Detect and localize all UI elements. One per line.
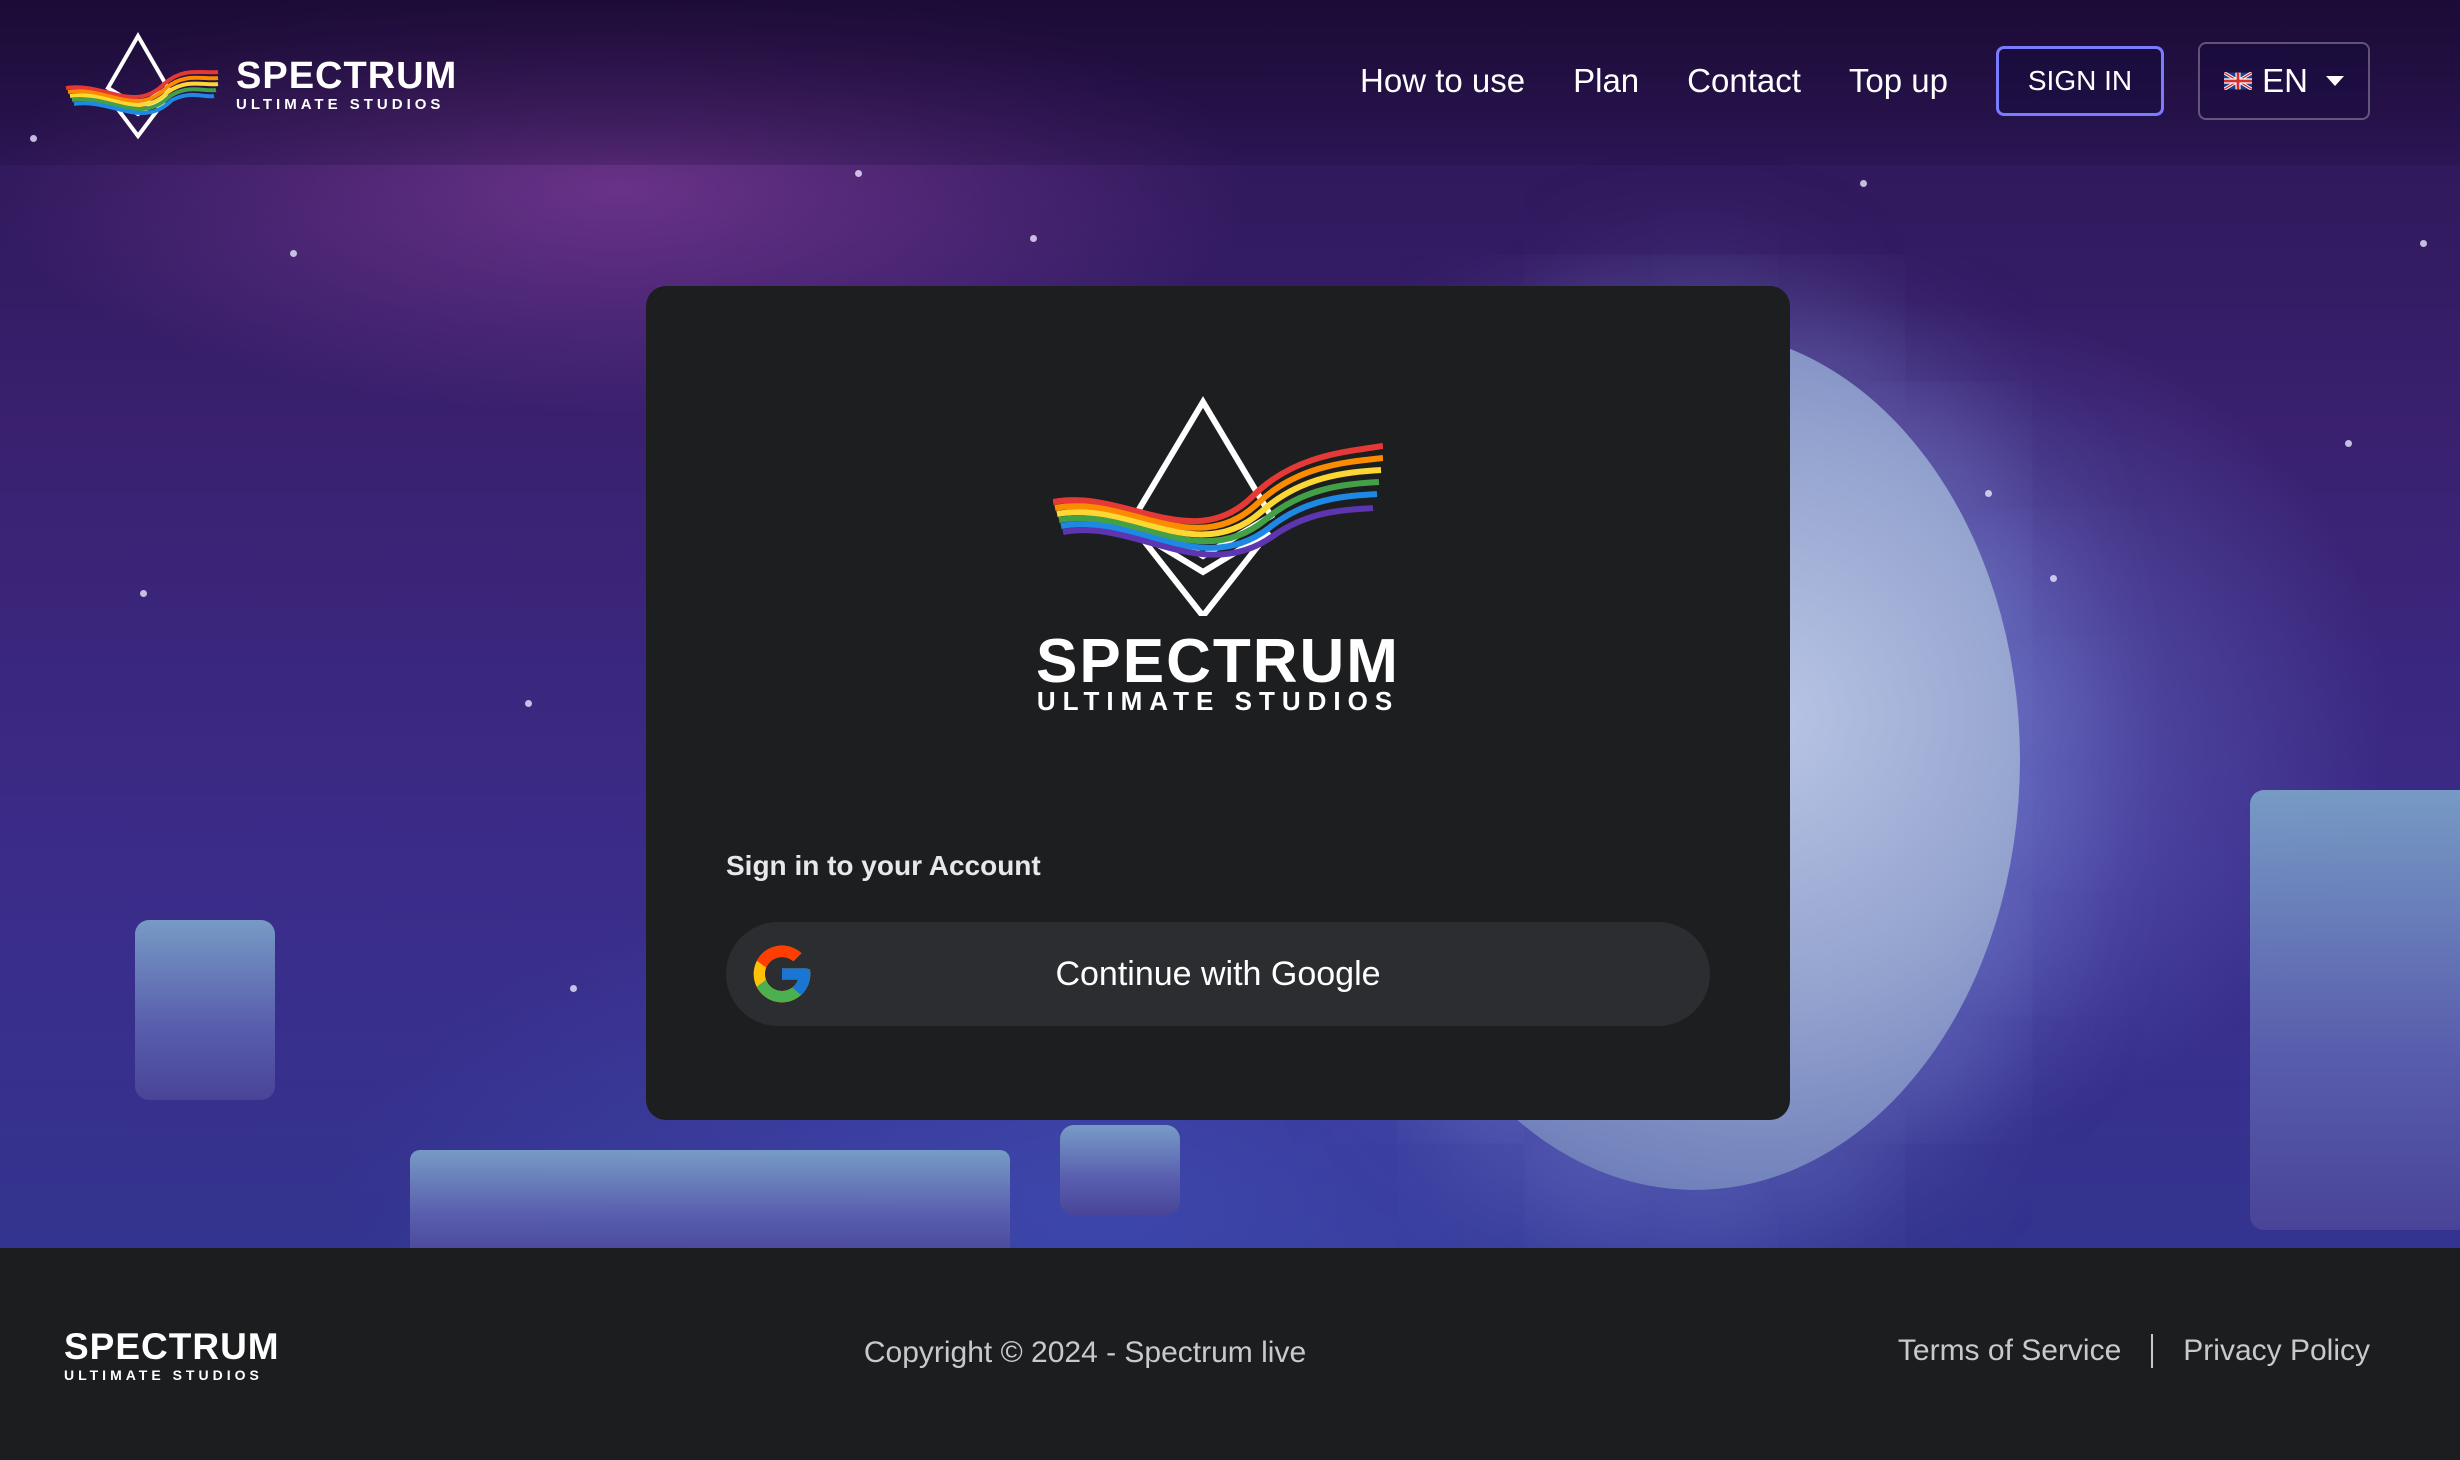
continue-with-google-button[interactable]: Continue with Google <box>726 922 1710 1026</box>
spectrum-logo-icon <box>1053 396 1383 616</box>
sign-in-card: SPECTRUM ULTIMATE STUDIOS Sign in to you… <box>646 286 1790 1120</box>
nav-how-to-use[interactable]: How to use <box>1360 62 1525 100</box>
privacy-policy-link[interactable]: Privacy Policy <box>2183 1334 2370 1368</box>
footer: SPECTRUM ULTIMATE STUDIOS Copyright © 20… <box>0 1248 2460 1460</box>
header-logo[interactable]: SPECTRUM ULTIMATE STUDIOS <box>64 32 457 140</box>
footer-links: Terms of Service Privacy Policy <box>1898 1334 2370 1368</box>
star <box>140 590 147 597</box>
nav-contact[interactable]: Contact <box>1687 62 1801 100</box>
floating-rock <box>410 1150 1010 1248</box>
uk-flag-icon <box>2224 72 2253 90</box>
star <box>290 250 297 257</box>
chevron-down-icon <box>2325 76 2344 86</box>
spectrum-logo-icon <box>65 32 219 140</box>
floating-rock <box>1060 1125 1180 1215</box>
nav-plan[interactable]: Plan <box>1573 62 1639 100</box>
google-icon <box>753 945 811 1003</box>
sign-in-title: Sign in to your Account <box>726 850 1041 881</box>
google-button-label: Continue with Google <box>1055 954 1381 993</box>
brand-name: SPECTRUM <box>236 55 458 97</box>
floating-rock <box>135 920 275 1100</box>
star <box>570 985 577 992</box>
star <box>2420 240 2427 247</box>
top-nav: How to use Plan Contact Top up SIGN IN E… <box>1360 42 2370 120</box>
star <box>1985 490 1992 497</box>
star <box>1030 235 1037 242</box>
footer-divider <box>2151 1334 2154 1368</box>
star <box>855 170 862 177</box>
language-selector[interactable]: EN <box>2198 42 2370 120</box>
star <box>525 700 532 707</box>
sign-in-button[interactable]: SIGN IN <box>1996 46 2164 116</box>
nav-top-up[interactable]: Top up <box>1849 62 1948 100</box>
brand-subtitle: ULTIMATE STUDIOS <box>236 96 445 113</box>
language-label: EN <box>2262 62 2308 99</box>
star <box>1860 180 1867 187</box>
copyright-text: Copyright © 2024 - Spectrum live <box>863 1336 1307 1369</box>
star <box>2050 575 2057 582</box>
floating-rock <box>2250 790 2460 1230</box>
card-brand-subtitle: ULTIMATE STUDIOS <box>1036 686 1400 716</box>
card-logo <box>646 396 1790 616</box>
star <box>30 135 37 142</box>
terms-of-service-link[interactable]: Terms of Service <box>1898 1334 2121 1368</box>
star <box>2345 440 2352 447</box>
